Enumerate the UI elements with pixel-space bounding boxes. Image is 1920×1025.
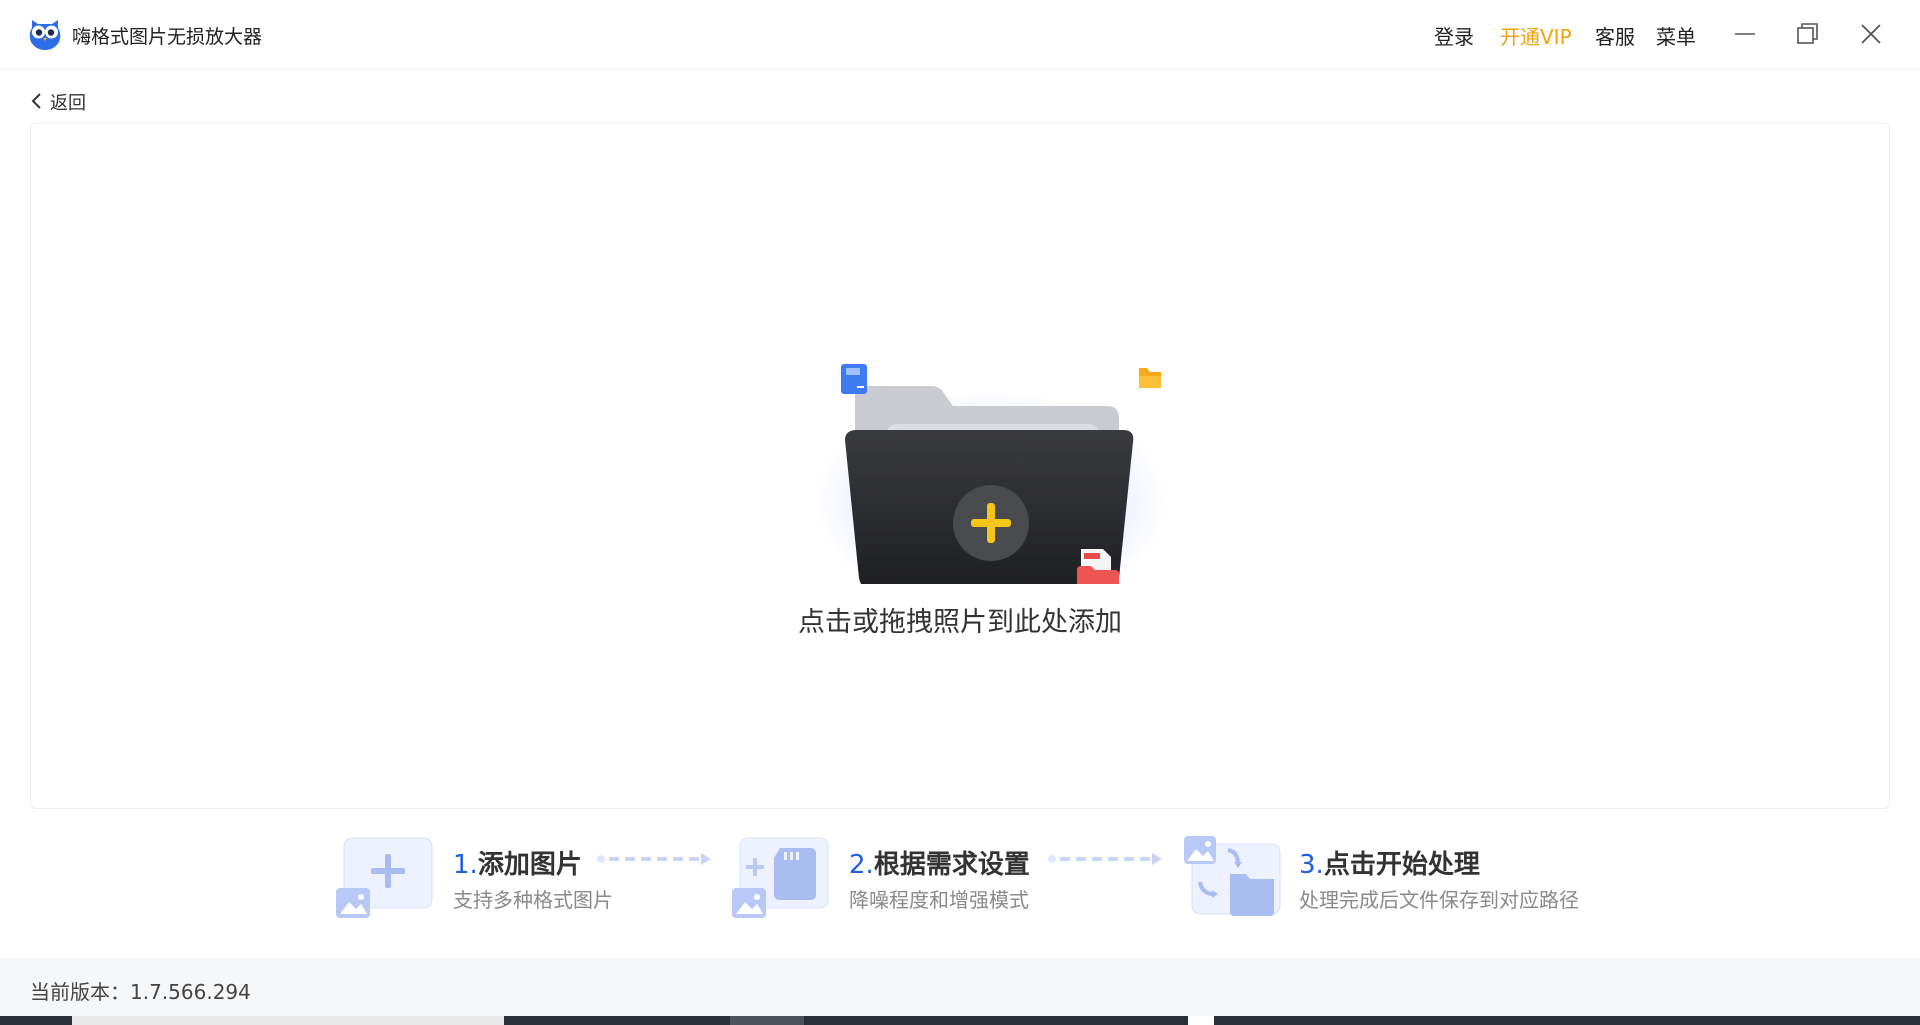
version-text: 当前版本：1.7.566.294	[30, 980, 251, 1004]
step-1-label: 添加图片	[477, 850, 582, 880]
step-3-number: 3.	[1299, 850, 1324, 880]
step-1-desc: 支持多种格式图片	[453, 888, 613, 912]
dashed-arrow-icon	[1048, 853, 1162, 865]
owl-logo-icon	[29, 20, 61, 50]
login-link[interactable]: 登录	[1434, 21, 1474, 50]
desktop-strip-segment	[72, 1016, 504, 1025]
vip-link[interactable]: 开通VIP	[1500, 21, 1572, 50]
step-3-desc: 处理完成后文件保存到对应路径	[1299, 888, 1579, 912]
service-link[interactable]: 客服	[1595, 21, 1635, 50]
app-title: 嗨格式图片无损放大器	[72, 26, 263, 48]
step-3-label: 点击开始处理	[1323, 850, 1480, 880]
folder-add-icon	[816, 364, 1166, 584]
chevron-left-icon	[31, 93, 41, 109]
drop-hint-text: 点击或拖拽照片到此处添加	[798, 607, 1122, 638]
step-3-title: 3.点击开始处理	[1299, 844, 1480, 881]
process-icon	[1184, 836, 1281, 916]
settings-icon	[732, 837, 829, 918]
step-2-number: 2.	[849, 850, 874, 880]
desktop-strip-gap	[1188, 1016, 1214, 1025]
image-drop-zone[interactable]: 点击或拖拽照片到此处添加	[30, 123, 1890, 809]
step-2-label: 根据需求设置	[873, 850, 1030, 880]
status-bar: 当前版本：1.7.566.294	[0, 958, 1920, 1016]
restore-icon[interactable]	[1792, 18, 1824, 50]
desktop-strip-segment	[730, 1016, 804, 1025]
add-image-icon	[336, 837, 433, 918]
dashed-arrow-icon	[597, 853, 711, 865]
menu-link[interactable]: 菜单	[1656, 21, 1696, 50]
step-1-number: 1.	[453, 850, 478, 880]
step-1-title: 1.添加图片	[453, 844, 582, 881]
title-bar: 嗨格式图片无损放大器 登录 开通VIP 客服 菜单	[0, 0, 1920, 69]
close-icon[interactable]	[1855, 18, 1887, 50]
step-2-title: 2.根据需求设置	[849, 844, 1030, 881]
back-label: 返回	[50, 93, 86, 114]
minimize-icon[interactable]	[1729, 18, 1761, 50]
step-2-desc: 降噪程度和增强模式	[849, 888, 1029, 912]
desktop-strip	[0, 1016, 1920, 1025]
